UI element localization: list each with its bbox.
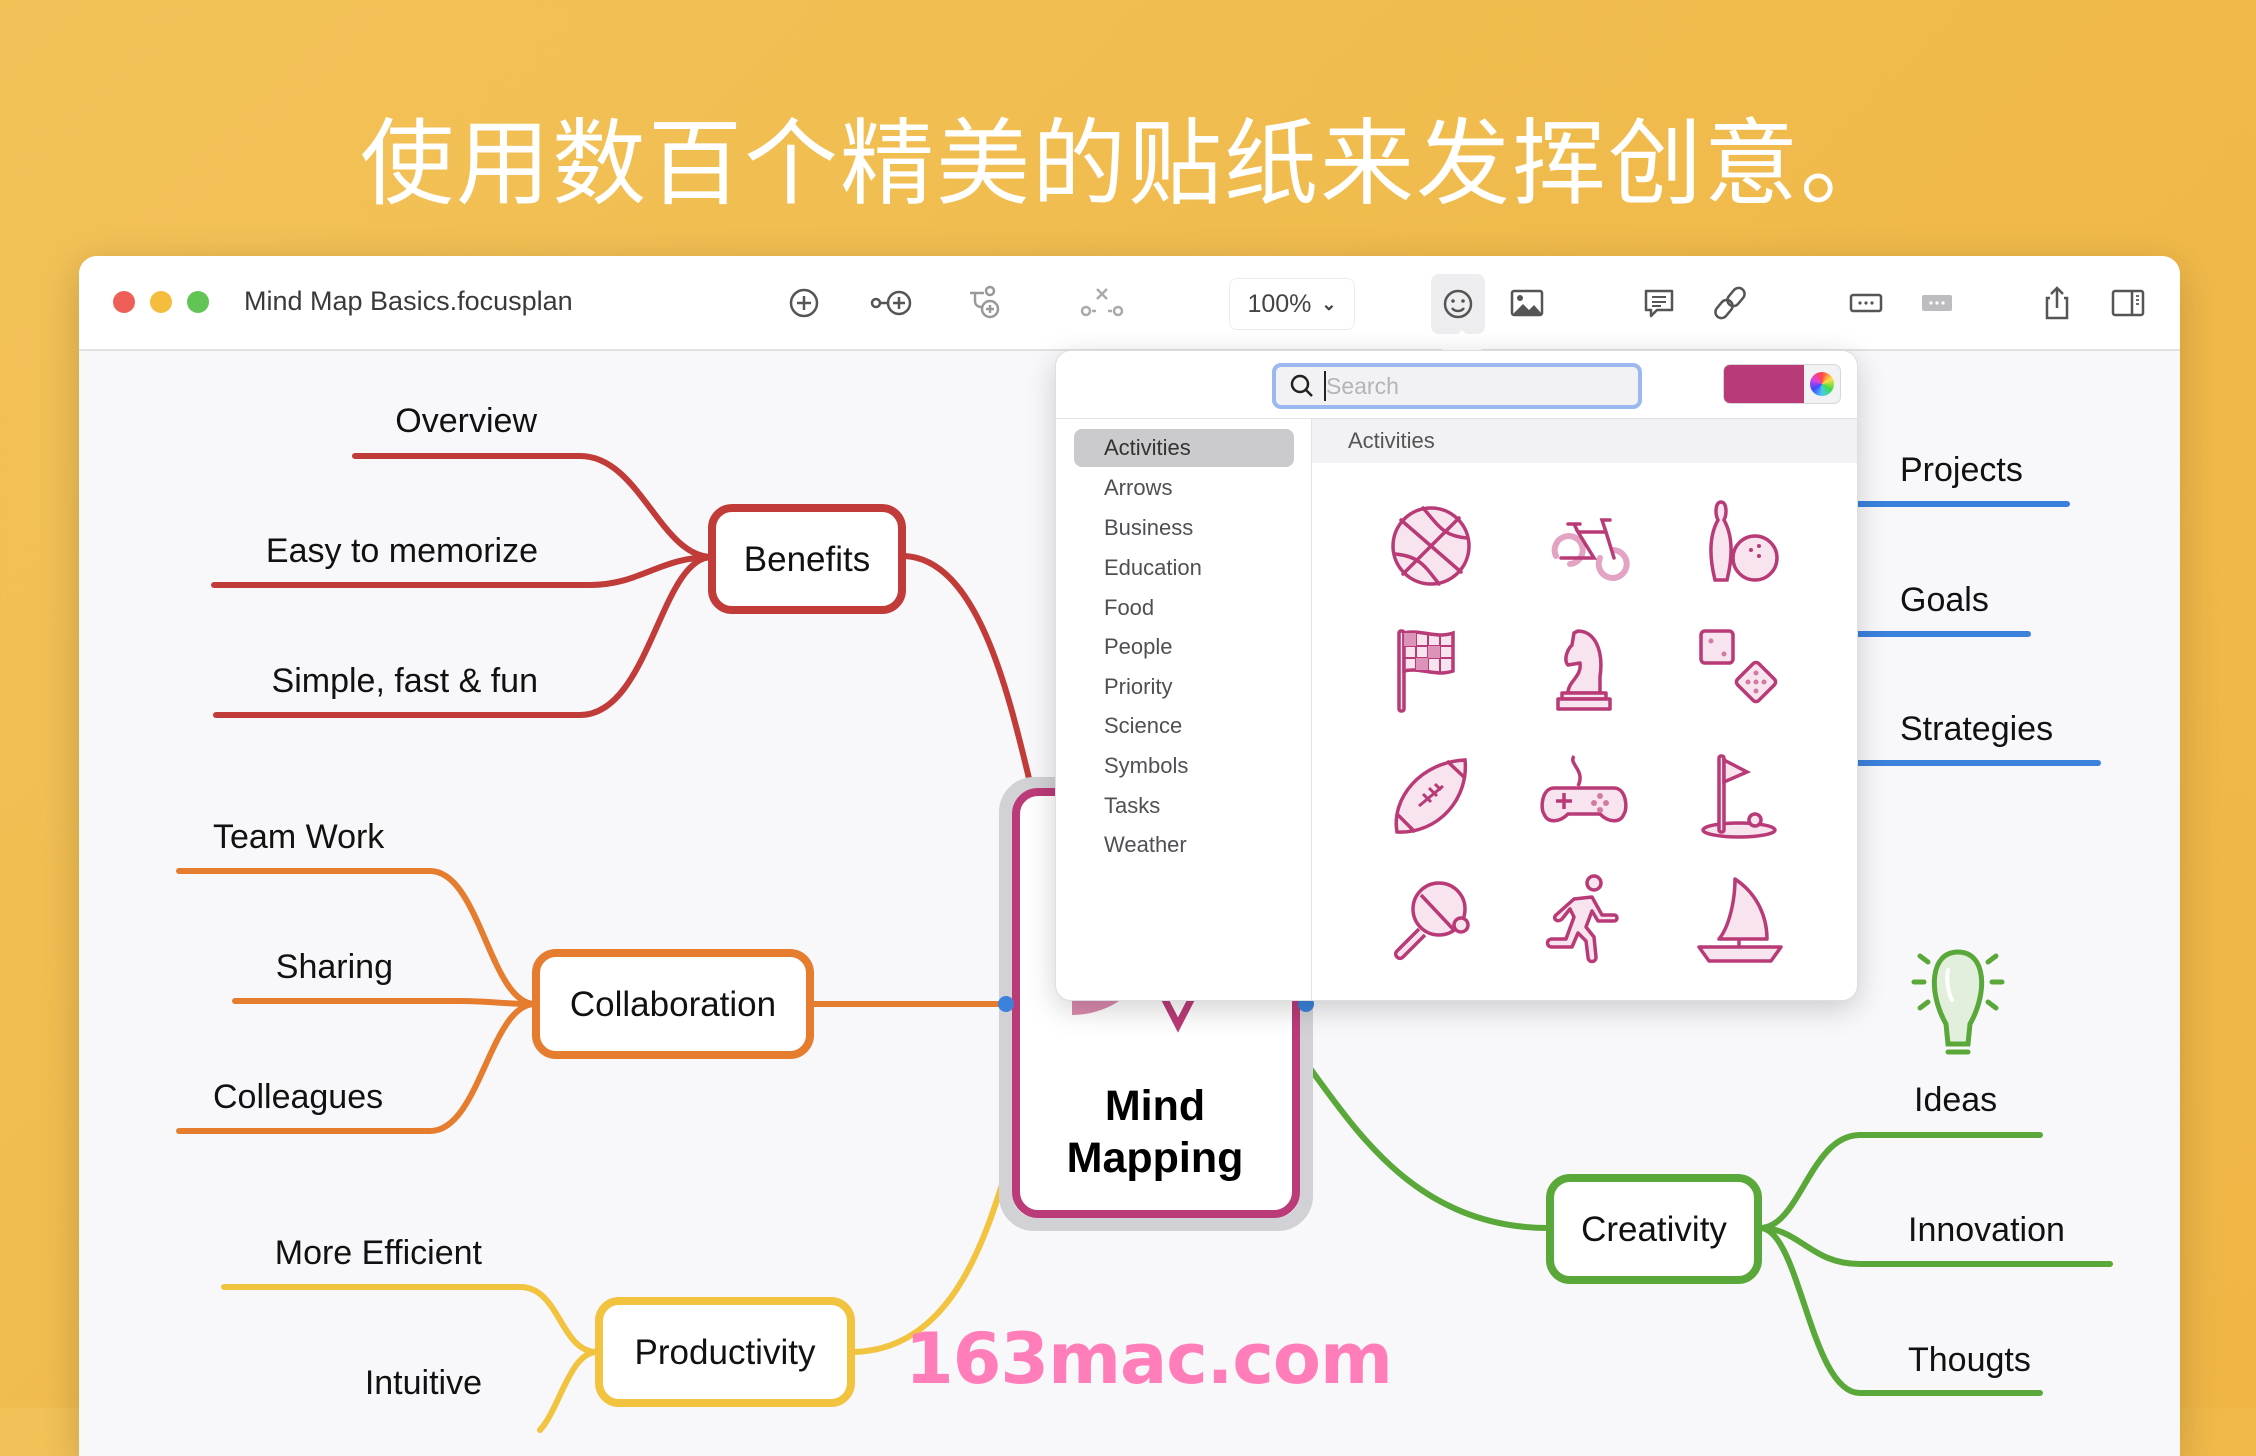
window-title: Mind Map Basics.focusplan [244, 286, 573, 316]
bicycle-icon[interactable] [1534, 496, 1634, 596]
category-food[interactable]: Food [1074, 589, 1294, 627]
label-strategies[interactable]: Strategies [1900, 710, 2053, 748]
node-productivity[interactable]: Productivity [595, 1297, 855, 1407]
sticker-icon[interactable] [1431, 274, 1485, 334]
label-intuitive[interactable]: Intuitive [365, 1364, 482, 1402]
add-topic-icon[interactable] [781, 280, 827, 326]
node-collaboration[interactable]: Collaboration [532, 949, 814, 1059]
svg-text:Mind: Mind [1105, 1082, 1205, 1130]
label-thoughts[interactable]: Thougts [1908, 1341, 2031, 1379]
category-arrows[interactable]: Arrows [1074, 469, 1294, 507]
label-teamwork[interactable]: Team Work [213, 818, 385, 856]
sticker-popover: Search Activities Arrows Business Educat… [1055, 350, 1858, 1001]
watermark: 163mac.com [905, 1318, 1393, 1400]
popover-arrow [1440, 330, 1484, 352]
search-icon [1290, 374, 1313, 397]
bowling-icon[interactable] [1689, 496, 1789, 596]
sailboat-icon[interactable] [1689, 871, 1789, 971]
add-sibling-icon[interactable] [869, 280, 915, 326]
category-business[interactable]: Business [1074, 509, 1294, 547]
label-simple[interactable]: Simple, fast & fun [272, 662, 538, 700]
chevron-down-icon: ⌄ [1321, 293, 1337, 314]
branch-line-creativity [1297, 1052, 1551, 1231]
sticker-color-well[interactable] [1723, 364, 1841, 404]
comment-icon[interactable] [1636, 280, 1682, 326]
add-subtopic-icon[interactable] [961, 280, 1007, 326]
close-window-button[interactable] [113, 291, 135, 313]
label-innovation[interactable]: Innovation [1908, 1211, 2065, 1249]
share-icon[interactable] [2034, 280, 2080, 326]
category-science[interactable]: Science [1074, 707, 1294, 745]
dice-icon[interactable] [1689, 621, 1789, 721]
svg-text:Mapping: Mapping [1067, 1134, 1244, 1182]
chess-knight-icon[interactable] [1534, 621, 1634, 721]
label-efficient[interactable]: More Efficient [275, 1234, 483, 1272]
basketball-icon[interactable] [1381, 496, 1481, 596]
category-education[interactable]: Education [1074, 549, 1294, 587]
lightbulb-icon[interactable] [1911, 949, 2005, 1055]
category-symbols[interactable]: Symbols [1074, 747, 1294, 785]
image-icon[interactable] [1504, 280, 1550, 326]
branch-line-intuitive [537, 1349, 600, 1433]
svg-text:Creativity: Creativity [1581, 1210, 1727, 1249]
label-sharing[interactable]: Sharing [276, 948, 393, 986]
toolbar: Mind Map Basics.focusplan 100% ⌄ [79, 256, 2180, 351]
branch-line-sharing [232, 998, 538, 1007]
branch-line-efficient [221, 1284, 600, 1355]
ping-pong-icon[interactable] [1381, 871, 1481, 971]
more-box-icon[interactable] [1843, 280, 1889, 326]
category-activities[interactable]: Activities [1074, 429, 1294, 467]
branch-line-benefits [902, 553, 1036, 798]
sticker-search-input[interactable]: Search [1272, 363, 1642, 409]
svg-text:Productivity: Productivity [635, 1333, 816, 1372]
zoom-window-button[interactable] [187, 291, 209, 313]
node-benefits[interactable]: Benefits [708, 504, 906, 614]
runner-icon[interactable] [1534, 871, 1634, 971]
game-controller-icon[interactable] [1534, 748, 1634, 848]
svg-text:Benefits: Benefits [744, 540, 870, 579]
disconnect-icon[interactable] [1079, 280, 1125, 326]
label-goals[interactable]: Goals [1900, 581, 1989, 619]
label-projects[interactable]: Projects [1900, 451, 2023, 489]
category-priority[interactable]: Priority [1074, 668, 1294, 706]
link-icon[interactable] [1707, 280, 1753, 326]
sidebar-icon[interactable] [2105, 280, 2151, 326]
color-wheel-icon[interactable] [1810, 372, 1834, 396]
football-icon[interactable] [1381, 748, 1481, 848]
resize-handle-left[interactable] [998, 996, 1014, 1012]
checkered-flag-icon[interactable] [1381, 621, 1481, 721]
sticker-section-title: Activities [1312, 419, 1857, 463]
sticker-category-list: Activities Arrows Business Education Foo… [1056, 419, 1312, 1000]
zoom-level-value: 100% [1247, 289, 1312, 318]
node-creativity[interactable]: Creativity [1546, 1174, 1762, 1284]
golf-icon[interactable] [1689, 748, 1789, 848]
svg-text:Collaboration: Collaboration [570, 985, 776, 1024]
category-weather[interactable]: Weather [1074, 826, 1294, 864]
category-people[interactable]: People [1074, 628, 1294, 666]
minimize-window-button[interactable] [150, 291, 172, 313]
selected-color-swatch[interactable] [1724, 365, 1804, 403]
label-ideas[interactable]: Ideas [1914, 1081, 1997, 1119]
zoom-level-dropdown[interactable]: 100% ⌄ [1229, 278, 1355, 330]
label-overview[interactable]: Overview [395, 402, 537, 440]
label-colleagues[interactable]: Colleagues [213, 1078, 383, 1116]
headline: 使用数百个精美的贴纸来发挥创意。 [359, 110, 1896, 219]
more-filled-icon[interactable] [1914, 280, 1960, 326]
category-tasks[interactable]: Tasks [1074, 787, 1294, 825]
search-placeholder: Search [1326, 373, 1399, 399]
label-easy[interactable]: Easy to memorize [266, 532, 538, 570]
